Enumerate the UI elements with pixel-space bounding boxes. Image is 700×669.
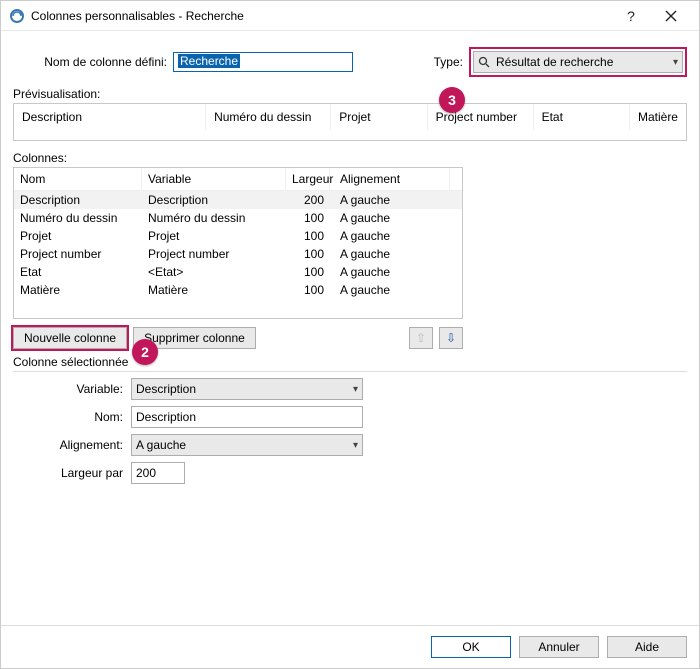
sel-width-input[interactable]: 200: [131, 462, 185, 484]
col-variable: Description: [142, 192, 286, 208]
table-row[interactable]: DescriptionDescription200A gauche: [14, 191, 462, 209]
sel-name-input[interactable]: Description: [131, 406, 363, 428]
move-down-button[interactable]: ⇩: [439, 327, 463, 349]
search-icon: [478, 56, 490, 68]
col-largeur: 200: [286, 192, 330, 208]
selected-column-group-label: Colonne sélectionnée: [13, 355, 687, 372]
col-variable: <Etat>: [142, 264, 286, 280]
col-nom: Description: [14, 192, 142, 208]
sel-variable-select[interactable]: Description ▾: [131, 378, 363, 400]
table-row[interactable]: Etat<Etat>100A gauche: [14, 263, 462, 281]
columns-table: Nom Variable Largeur Alignement Descript…: [13, 167, 463, 319]
preview-col-projet[interactable]: Projet: [331, 104, 427, 130]
ok-button[interactable]: OK: [431, 636, 511, 658]
preview-label: Prévisualisation:: [13, 87, 687, 101]
col-align: A gauche: [330, 282, 450, 298]
col-variable: Numéro du dessin: [142, 210, 286, 226]
preview-table: Description Numéro du dessin Projet Proj…: [13, 103, 687, 141]
top-row: Nom de colonne défini: Recherche Type: R…: [13, 47, 687, 77]
sel-width-label: Largeur par: [13, 466, 131, 480]
callout-badge-2: 2: [132, 339, 158, 365]
columns-hdr-nom[interactable]: Nom: [14, 168, 142, 190]
sel-name-value: Description: [136, 410, 196, 424]
table-row[interactable]: Numéro du dessinNuméro du dessin100A gau…: [14, 209, 462, 227]
preview-headers: Description Numéro du dessin Projet Proj…: [14, 104, 686, 130]
table-row[interactable]: ProjetProjet100A gauche: [14, 227, 462, 245]
window-title: Colonnes personnalisables - Recherche: [31, 9, 611, 23]
callout-3-highlight: Résultat de recherche ▾: [469, 47, 687, 77]
new-column-button[interactable]: Nouvelle colonne: [13, 327, 127, 349]
col-nom: Projet: [14, 228, 142, 244]
col-align: A gauche: [330, 192, 450, 208]
chevron-down-icon: ▾: [353, 384, 358, 395]
columns-hdr-variable[interactable]: Variable: [142, 168, 286, 190]
col-largeur: 100: [286, 246, 330, 262]
arrow-down-icon: ⇩: [446, 331, 456, 345]
column-set-name-input[interactable]: Recherche: [173, 52, 353, 72]
type-select[interactable]: Résultat de recherche ▾: [473, 51, 683, 73]
col-largeur: 100: [286, 264, 330, 280]
preview-col-etat[interactable]: Etat: [534, 104, 630, 130]
col-largeur: 100: [286, 210, 330, 226]
preview-col-numero[interactable]: Numéro du dessin: [206, 104, 331, 130]
col-largeur: 100: [286, 228, 330, 244]
columns-label: Colonnes:: [13, 151, 687, 165]
col-largeur: 100: [286, 282, 330, 298]
titlebar: Colonnes personnalisables - Recherche ?: [1, 1, 699, 31]
col-nom: Matière: [14, 282, 142, 298]
sel-align-value: A gauche: [136, 438, 186, 452]
col-nom: Project number: [14, 246, 142, 262]
table-row[interactable]: Project numberProject number100A gauche: [14, 245, 462, 263]
sel-width-value: 200: [136, 466, 156, 480]
sel-align-select[interactable]: A gauche ▾: [131, 434, 363, 456]
columns-hdr-alignement[interactable]: Alignement: [330, 168, 450, 190]
col-align: A gauche: [330, 228, 450, 244]
table-row[interactable]: MatièreMatière100A gauche: [14, 281, 462, 299]
columns-body: DescriptionDescription200A gaucheNuméro …: [14, 191, 462, 299]
cancel-button[interactable]: Annuler: [519, 636, 599, 658]
col-variable: Matière: [142, 282, 286, 298]
col-nom: Etat: [14, 264, 142, 280]
help-button[interactable]: ?: [611, 2, 651, 30]
type-select-value: Résultat de recherche: [496, 55, 613, 69]
sel-name-label: Nom:: [13, 410, 131, 424]
column-set-name-value: Recherche: [178, 54, 240, 68]
col-align: A gauche: [330, 210, 450, 226]
col-variable: Project number: [142, 246, 286, 262]
dialog-content: Nom de colonne défini: Recherche Type: R…: [1, 31, 699, 668]
sel-variable-label: Variable:: [13, 382, 131, 396]
app-icon: [9, 8, 25, 24]
chevron-down-icon: ▾: [353, 440, 358, 451]
columns-hdr-largeur[interactable]: Largeur: [286, 168, 330, 190]
preview-col-matiere[interactable]: Matière: [630, 104, 686, 130]
help-button-footer[interactable]: Aide: [607, 636, 687, 658]
col-variable: Projet: [142, 228, 286, 244]
col-nom: Numéro du dessin: [14, 210, 142, 226]
arrow-up-icon: ⇧: [416, 331, 426, 345]
col-align: A gauche: [330, 246, 450, 262]
dialog-footer: OK Annuler Aide: [1, 625, 699, 668]
preview-col-description[interactable]: Description: [14, 104, 206, 130]
column-buttons-row: Nouvelle colonne Supprimer colonne ⇧ ⇩: [13, 327, 463, 349]
move-up-button[interactable]: ⇧: [409, 327, 433, 349]
type-label: Type:: [434, 55, 469, 69]
chevron-down-icon: ▾: [673, 57, 678, 68]
close-button[interactable]: [651, 2, 691, 30]
sel-align-label: Alignement:: [13, 438, 131, 452]
callout-badge-3: 3: [439, 87, 465, 113]
col-align: A gauche: [330, 264, 450, 280]
columns-headers: Nom Variable Largeur Alignement: [14, 168, 462, 191]
column-set-name-label: Nom de colonne défini:: [13, 55, 173, 69]
sel-variable-value: Description: [136, 382, 196, 396]
